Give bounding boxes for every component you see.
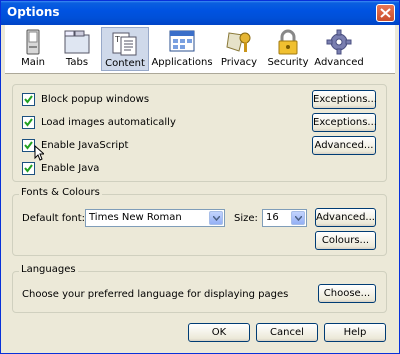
languages-legend: Languages (19, 264, 78, 275)
load-images-label[interactable]: Load images automatically (41, 117, 176, 128)
javascript-advanced-button[interactable]: Advanced... (312, 136, 376, 155)
default-font-value: Times New Roman (89, 212, 182, 223)
pane-content[interactable]: T Content (101, 27, 149, 71)
enable-java-checkbox[interactable] (22, 162, 35, 175)
checkmark-icon (24, 95, 33, 104)
ok-button[interactable]: OK (188, 323, 250, 342)
pane-label: Security (267, 57, 309, 68)
choose-language-button[interactable]: Choose... (318, 284, 376, 303)
block-popups-checkbox[interactable] (22, 93, 35, 106)
chevron-down-icon (295, 216, 302, 221)
security-icon (278, 29, 298, 55)
enable-javascript-label[interactable]: Enable JavaScript (41, 140, 128, 151)
content-icon: T (112, 32, 137, 56)
pane-label: Tabs (65, 57, 89, 68)
pane-security[interactable]: Security (263, 27, 313, 71)
fonts-advanced-button[interactable]: Advanced... (315, 208, 376, 227)
title-bar[interactable]: Options (1, 1, 399, 25)
pane-label: Privacy (220, 57, 258, 68)
main-icon (26, 29, 40, 55)
fonts-colours-legend: Fonts & Colours (19, 187, 102, 198)
images-exceptions-button[interactable]: Exceptions... (312, 113, 377, 132)
cancel-button[interactable]: Cancel (256, 323, 318, 342)
checkmark-icon (24, 164, 33, 173)
block-popups-label[interactable]: Block popup windows (41, 94, 149, 105)
pane-main[interactable]: Main (15, 27, 51, 71)
pane-tabs[interactable]: Tabs (55, 27, 99, 71)
checkmark-icon (24, 118, 33, 127)
window-title: Options (7, 5, 60, 19)
default-font-label: Default font: (22, 213, 85, 224)
font-size-value: 16 (266, 212, 279, 223)
languages-description: Choose your preferred language for displ… (22, 289, 289, 300)
applications-icon (169, 30, 195, 52)
privacy-icon (226, 32, 251, 52)
popup-exceptions-button[interactable]: Exceptions... (312, 90, 377, 109)
pane-toolbar: Main Tabs T Content Applications Privacy… (5, 25, 395, 74)
load-images-checkbox[interactable] (22, 116, 35, 129)
pane-advanced[interactable]: Advanced (313, 27, 365, 71)
pane-label: Main (21, 57, 45, 68)
advanced-icon (326, 29, 352, 55)
enable-java-label[interactable]: Enable Java (41, 163, 99, 174)
pane-label: Content (105, 58, 145, 69)
close-button[interactable] (376, 4, 395, 22)
dropdown-arrow[interactable] (291, 211, 305, 225)
chevron-down-icon (213, 216, 220, 221)
pane-label: Applications (151, 57, 213, 68)
font-size-select[interactable]: 16 (262, 209, 307, 227)
default-font-select[interactable]: Times New Roman (85, 209, 225, 227)
pane-applications[interactable]: Applications (151, 27, 213, 71)
colours-button[interactable]: Colours... (315, 231, 376, 250)
tabs-icon (64, 30, 90, 54)
pane-privacy[interactable]: Privacy (215, 27, 263, 71)
size-label: Size: (234, 213, 258, 224)
dropdown-arrow[interactable] (209, 211, 223, 225)
pane-label: Advanced (314, 57, 364, 68)
options-window: Options Main Tabs T Content Applications… (0, 0, 400, 354)
checkmark-icon (24, 141, 33, 150)
svg-text:T: T (114, 35, 120, 44)
close-icon (380, 8, 391, 18)
help-button[interactable]: Help (324, 323, 386, 342)
